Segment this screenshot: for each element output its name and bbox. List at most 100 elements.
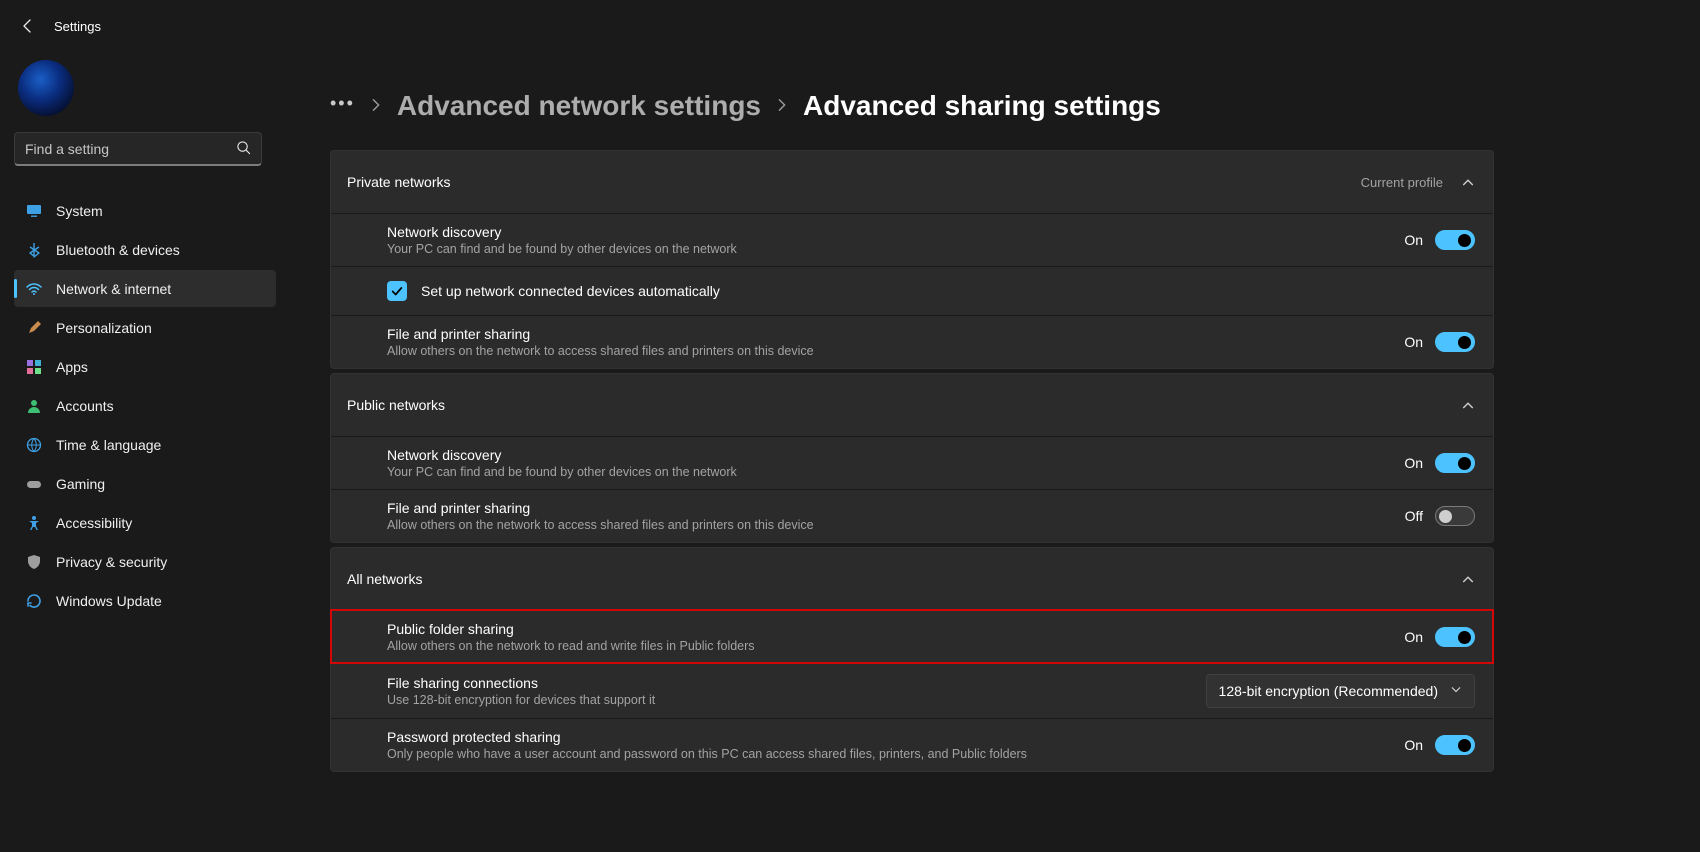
toggle-state-label: On — [1404, 455, 1423, 471]
search-icon — [236, 140, 251, 158]
setting-description: Allow others on the network to access sh… — [387, 344, 814, 358]
row-private-auto-setup: Set up network connected devices automat… — [331, 266, 1493, 315]
sidebar-item-label: Gaming — [56, 476, 105, 492]
sidebar-item-label: Personalization — [56, 320, 152, 336]
row-private-network-discovery: Network discovery Your PC can find and b… — [331, 213, 1493, 266]
section-public-networks: Public networks Network discovery Your P… — [330, 373, 1494, 543]
update-icon — [26, 593, 42, 609]
monitor-icon — [26, 203, 42, 219]
globe-clock-icon — [26, 437, 42, 453]
setting-description: Your PC can find and be found by other d… — [387, 242, 737, 256]
setting-description: Allow others on the network to read and … — [387, 639, 755, 653]
toggle-private-network-discovery[interactable] — [1435, 230, 1475, 250]
user-avatar[interactable] — [18, 60, 74, 116]
section-all-networks: All networks Public folder sharing Allow… — [330, 547, 1494, 772]
breadcrumb: ••• Advanced network settings Advanced s… — [330, 90, 1494, 122]
toggle-state-label: On — [1404, 232, 1423, 248]
brush-icon — [26, 320, 42, 336]
section-private-networks: Private networks Current profile Network… — [330, 150, 1494, 369]
toggle-public-folder-sharing[interactable] — [1435, 627, 1475, 647]
breadcrumb-parent[interactable]: Advanced network settings — [397, 90, 761, 122]
person-icon — [26, 398, 42, 414]
toggle-state-label: On — [1404, 334, 1423, 350]
wifi-icon — [26, 281, 42, 297]
chevron-down-icon — [1450, 683, 1462, 699]
row-public-network-discovery: Network discovery Your PC can find and b… — [331, 436, 1493, 489]
dropdown-encryption[interactable]: 128-bit encryption (Recommended) — [1206, 674, 1475, 708]
chevron-up-icon — [1461, 175, 1475, 189]
gamepad-icon — [26, 476, 42, 492]
setting-title: File sharing connections — [387, 675, 655, 691]
search-input[interactable] — [25, 141, 236, 157]
sidebar-item-bluetooth[interactable]: Bluetooth & devices — [14, 231, 276, 268]
current-profile-badge: Current profile — [1361, 175, 1443, 190]
bluetooth-icon — [26, 242, 42, 258]
row-password-protected-sharing: Password protected sharing Only people w… — [331, 718, 1493, 771]
chevron-up-icon — [1461, 572, 1475, 586]
section-header-public[interactable]: Public networks — [331, 374, 1493, 436]
setting-title: Public folder sharing — [387, 621, 755, 637]
sidebar-item-personalization[interactable]: Personalization — [14, 309, 276, 346]
row-private-file-printer-sharing: File and printer sharing Allow others on… — [331, 315, 1493, 368]
sidebar: System Bluetooth & devices Network & int… — [0, 44, 290, 852]
toggle-state-label: Off — [1405, 508, 1423, 524]
chevron-right-icon — [775, 98, 789, 115]
row-public-file-printer-sharing: File and printer sharing Allow others on… — [331, 489, 1493, 542]
setting-description: Use 128-bit encryption for devices that … — [387, 693, 655, 707]
search-box[interactable] — [14, 132, 262, 166]
setting-title: File and printer sharing — [387, 326, 814, 342]
sidebar-item-label: Apps — [56, 359, 88, 375]
sidebar-item-accessibility[interactable]: Accessibility — [14, 504, 276, 541]
sidebar-item-network[interactable]: Network & internet — [14, 270, 276, 307]
checkbox-auto-setup[interactable] — [387, 281, 407, 301]
setting-title: Network discovery — [387, 447, 737, 463]
row-file-sharing-connections: File sharing connections Use 128-bit enc… — [331, 663, 1493, 718]
sidebar-item-gaming[interactable]: Gaming — [14, 465, 276, 502]
setting-description: Your PC can find and be found by other d… — [387, 465, 737, 479]
chevron-up-icon — [1461, 398, 1475, 412]
sidebar-item-privacy[interactable]: Privacy & security — [14, 543, 276, 580]
toggle-state-label: On — [1404, 629, 1423, 645]
sidebar-item-accounts[interactable]: Accounts — [14, 387, 276, 424]
main-content: ••• Advanced network settings Advanced s… — [290, 44, 1700, 852]
sidebar-item-system[interactable]: System — [14, 192, 276, 229]
toggle-state-label: On — [1404, 737, 1423, 753]
sidebar-item-label: Windows Update — [56, 593, 162, 609]
shield-icon — [26, 554, 42, 570]
toggle-password-protected-sharing[interactable] — [1435, 735, 1475, 755]
sidebar-item-label: System — [56, 203, 103, 219]
section-title: Public networks — [347, 397, 445, 413]
setting-title: Network discovery — [387, 224, 737, 240]
chevron-right-icon — [369, 98, 383, 115]
back-button[interactable] — [20, 18, 36, 34]
section-title: Private networks — [347, 174, 450, 190]
setting-title: File and printer sharing — [387, 500, 814, 516]
toggle-private-file-printer-sharing[interactable] — [1435, 332, 1475, 352]
section-title: All networks — [347, 571, 422, 587]
section-header-private[interactable]: Private networks Current profile — [331, 151, 1493, 213]
breadcrumb-overflow-icon[interactable]: ••• — [330, 98, 355, 114]
sidebar-item-windows-update[interactable]: Windows Update — [14, 582, 276, 619]
sidebar-item-label: Privacy & security — [56, 554, 167, 570]
sidebar-item-label: Network & internet — [56, 281, 171, 297]
setting-title: Password protected sharing — [387, 729, 1027, 745]
dropdown-value: 128-bit encryption (Recommended) — [1219, 683, 1438, 699]
nav-list: System Bluetooth & devices Network & int… — [14, 192, 276, 619]
accessibility-icon — [26, 515, 42, 531]
toggle-public-file-printer-sharing[interactable] — [1435, 506, 1475, 526]
page-title: Advanced sharing settings — [803, 90, 1161, 122]
row-public-folder-sharing: Public folder sharing Allow others on th… — [331, 610, 1493, 663]
sidebar-item-label: Bluetooth & devices — [56, 242, 180, 258]
sidebar-item-label: Time & language — [56, 437, 161, 453]
app-title: Settings — [54, 19, 101, 34]
sidebar-item-time-language[interactable]: Time & language — [14, 426, 276, 463]
sidebar-item-apps[interactable]: Apps — [14, 348, 276, 385]
checkbox-label: Set up network connected devices automat… — [421, 283, 720, 299]
sidebar-item-label: Accounts — [56, 398, 114, 414]
setting-description: Allow others on the network to access sh… — [387, 518, 814, 532]
setting-description: Only people who have a user account and … — [387, 747, 1027, 761]
sidebar-item-label: Accessibility — [56, 515, 132, 531]
apps-icon — [26, 359, 42, 375]
section-header-all[interactable]: All networks — [331, 548, 1493, 610]
toggle-public-network-discovery[interactable] — [1435, 453, 1475, 473]
